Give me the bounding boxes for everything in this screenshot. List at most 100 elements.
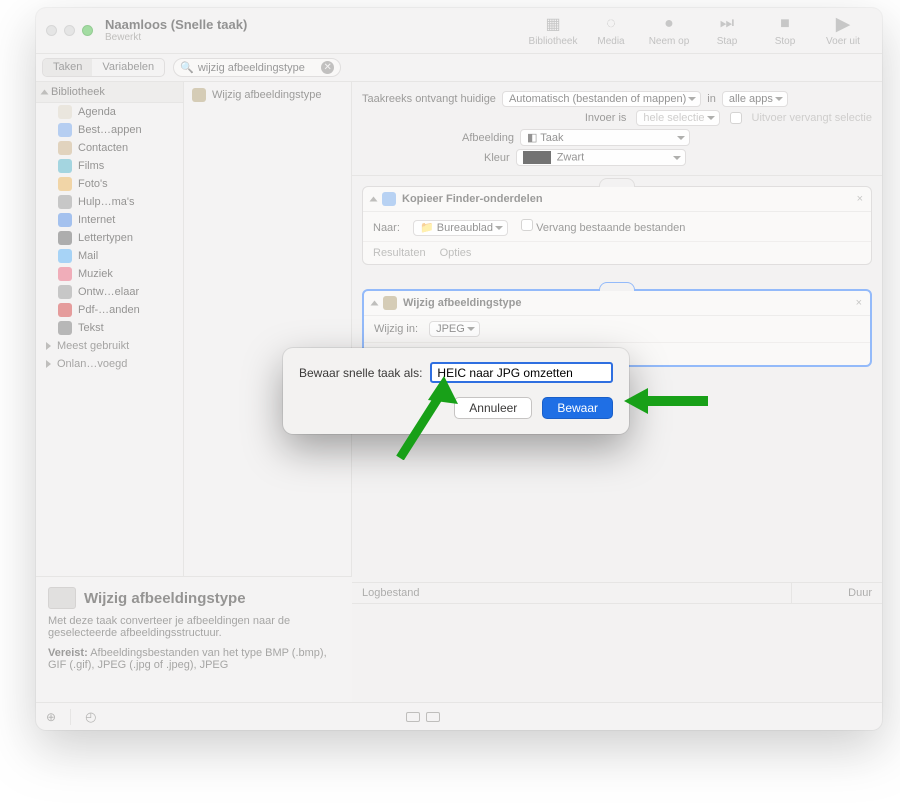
library-item-icon — [58, 321, 72, 335]
titlebar: Naamloos (Snelle taak) Bewerkt ▦ Bibliot… — [36, 8, 882, 54]
input-is-select[interactable]: hele selectie — [636, 110, 719, 126]
remove-action-icon[interactable]: × — [857, 193, 863, 205]
tab-variables[interactable]: Variabelen — [92, 59, 164, 76]
toolbar-library-button[interactable]: ▦ Bibliotheek — [524, 14, 582, 47]
library-item[interactable]: Lettertypen — [36, 229, 183, 247]
window-title: Naamloos (Snelle taak) — [105, 18, 247, 32]
toolbar-step-button[interactable]: ⏭ Stap — [698, 14, 756, 47]
color-select[interactable]: Zwart — [516, 149, 686, 166]
window-subtitle: Bewerkt — [105, 32, 247, 43]
view-log-icon[interactable] — [426, 712, 440, 722]
replace-label: Vervang bestaande bestanden — [536, 222, 685, 234]
destination-select[interactable]: 📁 Bureaublad — [413, 220, 508, 236]
log-col-log[interactable]: Logbestand — [352, 583, 792, 603]
add-button-icon[interactable]: ⊕ — [46, 710, 56, 724]
cancel-button[interactable]: Annuleer — [454, 397, 532, 419]
receives-apps-select[interactable]: alle apps — [722, 91, 788, 107]
play-icon: ▶ — [833, 14, 853, 34]
color-label: Kleur — [484, 152, 510, 164]
library-item[interactable]: Hulp…ma's — [36, 193, 183, 211]
action-thumb-icon — [48, 587, 76, 609]
library-item[interactable]: Agenda — [36, 103, 183, 121]
input-is-label: Invoer is — [585, 112, 627, 124]
receives-type-select[interactable]: Automatisch (bestanden of mappen) — [502, 91, 701, 107]
traffic-lights — [46, 25, 93, 36]
output-replaces-label: Uitvoer vervangt selectie — [752, 112, 872, 124]
action-list-item[interactable]: Wijzig afbeeldingstype — [184, 82, 351, 108]
output-replaces-checkbox[interactable] — [730, 112, 742, 124]
toolbar-stop-button[interactable]: ■ Stop — [756, 14, 814, 47]
library-item-icon — [58, 105, 72, 119]
toolbar-record-button[interactable]: ● Neem op — [640, 14, 698, 47]
library-most-used[interactable]: Meest gebruikt — [36, 337, 183, 355]
library-item-icon — [58, 159, 72, 173]
library-item-label: Hulp…ma's — [78, 196, 135, 208]
image-select[interactable]: ◧ Taak — [520, 129, 690, 146]
receives-label: Taakreeks ontvangt huidige — [362, 93, 496, 105]
library-item-icon — [58, 303, 72, 317]
search-icon: 🔍 — [180, 61, 194, 74]
library-item[interactable]: Ontw…elaar — [36, 283, 183, 301]
disclosure-icon[interactable] — [371, 301, 379, 306]
library-item[interactable]: Tekst — [36, 319, 183, 337]
save-button[interactable]: Bewaar — [542, 397, 613, 419]
format-select[interactable]: JPEG — [429, 321, 480, 337]
library-item-label: Agenda — [78, 106, 116, 118]
library-item-icon — [58, 195, 72, 209]
step-icon: ⏭ — [717, 14, 737, 34]
zoom-icon[interactable] — [82, 25, 93, 36]
library-item-label: Pdf-…anden — [78, 304, 140, 316]
tab-actions[interactable]: Taken — [43, 59, 92, 76]
library-item-icon — [58, 213, 72, 227]
replace-checkbox[interactable] — [521, 219, 533, 231]
library-item-icon — [58, 177, 72, 191]
minimize-icon[interactable] — [64, 25, 75, 36]
save-name-input[interactable] — [430, 362, 613, 383]
action-description: Wijzig afbeeldingstype Met deze taak con… — [36, 576, 352, 702]
close-icon[interactable] — [46, 25, 57, 36]
library-item[interactable]: Mail — [36, 247, 183, 265]
desc-req-body: Afbeeldingsbestanden van het type BMP (.… — [48, 647, 327, 671]
library-item-label: Mail — [78, 250, 98, 262]
actions-variables-segment[interactable]: Taken Variabelen — [42, 58, 165, 77]
toolbar-run-button[interactable]: ▶ Voer uit — [814, 14, 872, 47]
action-icon — [192, 88, 206, 102]
library-item-icon — [58, 267, 72, 281]
library-item[interactable]: Best…appen — [36, 121, 183, 139]
save-label: Bewaar snelle taak als: — [299, 366, 422, 380]
finder-icon — [382, 192, 396, 206]
library-recent[interactable]: Onlan…voegd — [36, 355, 183, 373]
library-item-label: Best…appen — [78, 124, 142, 136]
image-label: Afbeelding — [462, 132, 514, 144]
results-tab[interactable]: Resultaten — [373, 247, 426, 259]
toolbar-media-button[interactable]: ◌ Media — [582, 14, 640, 47]
remove-action-icon[interactable]: × — [856, 297, 862, 309]
log-panel: Logbestand Duur — [352, 582, 882, 702]
options-tab[interactable]: Opties — [440, 247, 472, 259]
action-card-copy-finder[interactable]: Kopieer Finder-onderdelen × Naar: 📁 Bure… — [362, 186, 872, 265]
info-icon[interactable]: ◴ — [85, 709, 96, 725]
view-workflow-icon[interactable] — [406, 712, 420, 722]
secondary-bar: Taken Variabelen 🔍 wijzig afbeeldingstyp… — [36, 54, 882, 82]
search-value: wijzig afbeeldingstype — [198, 62, 305, 74]
record-icon: ● — [659, 14, 679, 34]
library-item[interactable]: Films — [36, 157, 183, 175]
save-sheet: Bewaar snelle taak als: Annuleer Bewaar — [283, 348, 629, 434]
library-item[interactable]: Contacten — [36, 139, 183, 157]
library-item-label: Tekst — [78, 322, 104, 334]
change-label: Wijzig in: — [374, 323, 418, 335]
library-header[interactable]: Bibliotheek — [36, 82, 183, 103]
library-item-icon — [58, 231, 72, 245]
library-item-icon — [58, 249, 72, 263]
library-item[interactable]: Internet — [36, 211, 183, 229]
search-field[interactable]: 🔍 wijzig afbeeldingstype ✕ — [173, 58, 341, 77]
library-item[interactable]: Muziek — [36, 265, 183, 283]
library-item[interactable]: Foto's — [36, 175, 183, 193]
to-label: Naar: — [373, 222, 400, 234]
disclosure-icon[interactable] — [370, 197, 378, 202]
library-item-icon — [58, 141, 72, 155]
clear-search-icon[interactable]: ✕ — [321, 61, 334, 74]
library-item[interactable]: Pdf-…anden — [36, 301, 183, 319]
in-label: in — [707, 93, 716, 105]
log-col-time[interactable]: Duur — [792, 583, 882, 603]
